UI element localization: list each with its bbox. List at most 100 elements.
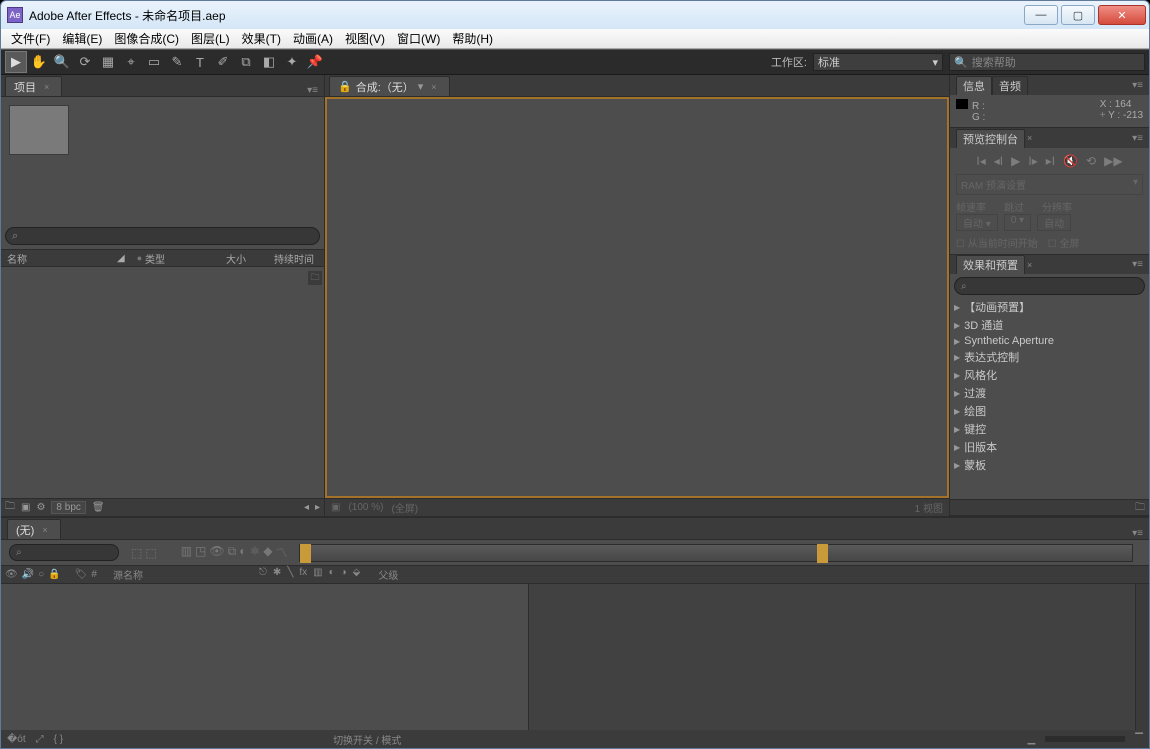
tl-btn[interactable]: ⬚ (131, 546, 142, 560)
tab-preview[interactable]: 预览控制台 (956, 129, 1025, 148)
panel-menu-icon[interactable]: ▾≡ (1132, 259, 1143, 270)
tl-btn[interactable]: ⬚ (145, 546, 156, 560)
quality-switch-icon[interactable]: ╲ (287, 567, 293, 582)
brush-tool[interactable]: ✐ (212, 51, 234, 73)
col-size[interactable]: 大小 (220, 251, 268, 266)
camera-tool[interactable]: ▦ (97, 51, 119, 73)
frame-blend-icon[interactable]: ⧉ (228, 544, 237, 561)
tab-project[interactable]: 项目 × (5, 76, 62, 96)
menu-help[interactable]: 帮助(H) (446, 29, 499, 48)
clone-tool[interactable]: ⧉ (235, 51, 257, 73)
zoom-tool[interactable]: 🔍 (51, 51, 73, 73)
pen-tool[interactable]: ✎ (166, 51, 188, 73)
folder-icon[interactable]: 🗀 (5, 499, 15, 516)
zoom-out-icon[interactable]: ▁ (1028, 734, 1036, 745)
brainstorm-icon[interactable]: ⚛ (249, 544, 260, 561)
loop-icon[interactable]: ⟲ (1086, 154, 1096, 168)
puppet-tool[interactable]: 📌 (304, 51, 326, 73)
fx-switch-icon[interactable]: fx (299, 567, 307, 582)
label-icon[interactable]: 🏷 (75, 569, 88, 580)
project-search-input[interactable]: ⌕ (5, 227, 320, 245)
col-label[interactable]: ◢● (111, 253, 139, 264)
col-duration[interactable]: 持续时间 (268, 251, 324, 266)
auto-keyframe-icon[interactable]: ◆ (263, 544, 272, 561)
tab-composition[interactable]: 🔒 合成:（无） ▾ × (329, 76, 450, 96)
menu-view[interactable]: 视图(V) (339, 29, 391, 48)
trash-icon[interactable]: 🗑 (92, 502, 105, 513)
preview-rate-dropdown[interactable]: 自动 ▾ (956, 214, 998, 231)
effects-category[interactable]: ▶表达式控制 (954, 348, 1145, 366)
effects-category[interactable]: ▶Synthetic Aperture (954, 334, 1145, 348)
close-button[interactable]: ✕ (1098, 5, 1146, 25)
tab-info[interactable]: 信息 (956, 76, 992, 95)
new-comp-icon[interactable]: ▣ (21, 502, 30, 513)
preview-skip-dropdown[interactable]: 0 ▾ (1004, 214, 1031, 231)
titlebar[interactable]: Ae Adobe After Effects - 未命名项目.aep — ▢ ✕ (1, 1, 1149, 29)
close-icon[interactable]: × (42, 525, 47, 535)
timeline-graph-area[interactable] (529, 584, 1135, 730)
timeline-layer-list[interactable] (1, 584, 529, 730)
col-type[interactable]: 类型 (139, 251, 220, 266)
tab-audio[interactable]: 音频 (992, 76, 1028, 95)
zoom-dropdown[interactable]: (100 %) (348, 502, 383, 513)
selection-tool[interactable]: ▶ (5, 51, 27, 73)
workspace-dropdown[interactable]: 标准▾ (813, 53, 943, 71)
menu-file[interactable]: 文件(F) (5, 29, 56, 48)
panel-menu-icon[interactable]: ▾≡ (1132, 528, 1143, 539)
menu-edit[interactable]: 编辑(E) (56, 29, 108, 48)
ram-preview-icon[interactable]: ▶▶ (1104, 154, 1122, 168)
solo-icon[interactable]: ○ (38, 569, 44, 580)
motion-blur-icon[interactable]: ◐ (239, 544, 246, 561)
menu-layer[interactable]: 图层(L) (185, 29, 236, 48)
menu-animation[interactable]: 动画(A) (287, 29, 339, 48)
roto-tool[interactable]: ✦ (281, 51, 303, 73)
hide-shy-icon[interactable]: 👁 (209, 544, 224, 561)
panel-menu-icon[interactable]: ▾≡ (1132, 80, 1143, 91)
work-area-end[interactable] (817, 544, 828, 563)
rect-tool[interactable]: ▭ (143, 51, 165, 73)
project-item-list[interactable]: 🗀 (1, 267, 324, 498)
menu-effect[interactable]: 效果(T) (236, 29, 287, 48)
mute-icon[interactable]: 🔇 (1063, 154, 1078, 168)
type-tool[interactable]: T (189, 51, 211, 73)
shy-switch-icon[interactable]: ⎋ (259, 567, 267, 582)
eraser-tool[interactable]: ◧ (258, 51, 280, 73)
new-bin-icon[interactable]: 🗀 (1135, 500, 1145, 515)
scroll-right-icon[interactable]: ▸ (315, 502, 320, 513)
project-settings-icon[interactable]: ⚙ (36, 502, 45, 513)
3d-switch-icon[interactable]: ⬙ (353, 567, 361, 582)
effects-category[interactable]: ▶绘图 (954, 402, 1145, 420)
effects-category[interactable]: ▶键控 (954, 420, 1145, 438)
first-frame-icon[interactable]: I◂ (976, 154, 985, 168)
toggle-modes-button[interactable]: 切换开关 / 模式 (333, 732, 401, 747)
av-features-icon[interactable]: 👁 (5, 569, 18, 580)
hand-tool[interactable]: ✋ (28, 51, 50, 73)
resolution-dropdown[interactable]: (全屏) (391, 500, 418, 515)
play-icon[interactable]: ▶ (1011, 154, 1020, 168)
lock-icon[interactable]: 🔒 (338, 80, 352, 93)
collapse-switch-icon[interactable]: ✱ (273, 567, 281, 582)
time-ruler[interactable] (299, 544, 1133, 562)
expand-icon[interactable]: ⤢ (36, 734, 44, 745)
frameblend-switch-icon[interactable]: ▥ (313, 567, 322, 582)
scroll-left-icon[interactable]: ◂ (304, 502, 309, 513)
composition-viewer[interactable] (325, 97, 949, 498)
chevron-down-icon[interactable]: ▾ (418, 80, 424, 93)
effects-category[interactable]: ▶风格化 (954, 366, 1145, 384)
panel-menu-icon[interactable]: ▾≡ (1132, 133, 1143, 144)
effects-category[interactable]: ▶过渡 (954, 384, 1145, 402)
ram-preview-dropdown[interactable]: RAM 预演设置 ▾ (956, 174, 1143, 195)
pan-behind-tool[interactable]: ⌖ (120, 51, 142, 73)
index-icon[interactable]: # (91, 569, 97, 580)
timeline-scrollbar[interactable] (1135, 584, 1149, 730)
draft3d-icon[interactable]: ◳ (195, 544, 206, 561)
view-layout-dropdown[interactable]: 1 视图 (915, 500, 943, 515)
col-source-name[interactable]: 源名称 (113, 567, 253, 582)
effects-category[interactable]: ▶蒙板 (954, 456, 1145, 474)
col-parent[interactable]: 父级 (378, 567, 398, 582)
maximize-button[interactable]: ▢ (1061, 5, 1095, 25)
minimize-button[interactable]: — (1024, 5, 1058, 25)
fullscreen-checkbox[interactable]: ☐ 全屏 (1048, 235, 1080, 250)
search-help-input[interactable]: 🔍 搜索帮助 (949, 53, 1145, 71)
menu-window[interactable]: 窗口(W) (391, 29, 446, 48)
